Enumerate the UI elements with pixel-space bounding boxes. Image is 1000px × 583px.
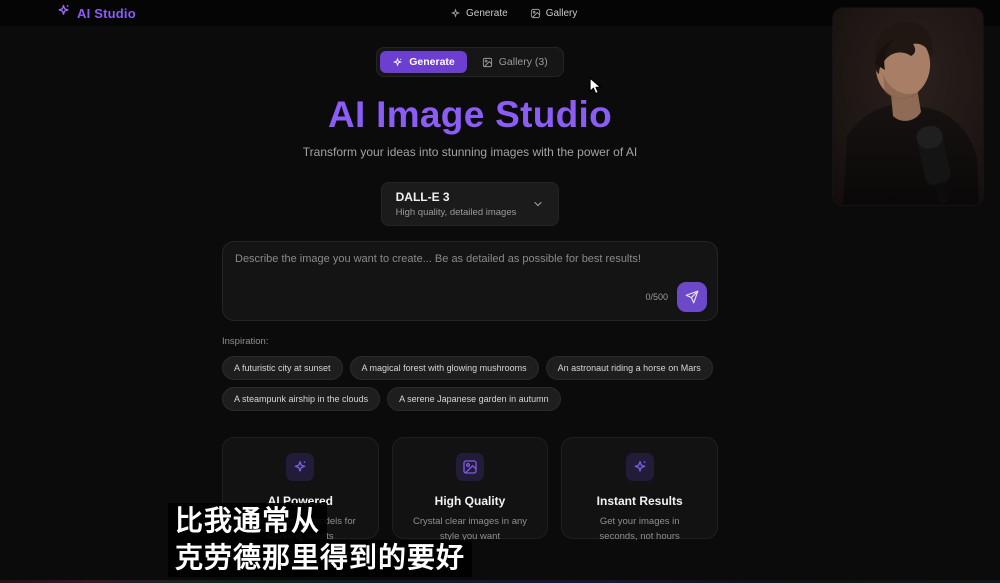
nav-link-generate[interactable]: Generate (450, 8, 508, 19)
video-subtitles: 比我通常从 克劳德那里得到的要好 (168, 503, 472, 577)
brand-name: AI Studio (77, 6, 136, 21)
prompt-card: 0/500 (222, 241, 718, 321)
gallery-icon (530, 8, 541, 19)
feature-card-instant-results: Instant Results Get your images in secon… (561, 437, 718, 539)
feature-description: Get your images in seconds, not hours (576, 515, 703, 544)
webcam-overlay (833, 8, 983, 205)
feature-icon-box (286, 453, 314, 481)
sparkles-icon (632, 459, 648, 475)
subtitle-line: 比我通常从 (168, 503, 327, 540)
prompt-input[interactable] (235, 253, 705, 293)
sparkles-logo-icon (56, 3, 71, 23)
page-subtitle: Transform your ideas into stunning image… (222, 145, 718, 159)
presenter-video (833, 8, 983, 205)
subtitle-line: 克劳德那里得到的要好 (168, 540, 472, 577)
inspiration-chip[interactable]: An astronaut riding a horse on Mars (546, 356, 713, 380)
generate-submit-button[interactable] (677, 282, 707, 312)
chevron-down-icon (532, 198, 544, 210)
brand[interactable]: AI Studio (56, 3, 136, 23)
main-content: Generate Gallery (3) AI Image Studio Tra… (222, 47, 718, 539)
model-selector[interactable]: DALL-E 3 High quality, detailed images (381, 182, 560, 226)
inspiration-label: Inspiration: (222, 336, 718, 347)
image-icon (462, 459, 478, 475)
tab-gallery[interactable]: Gallery (3) (470, 51, 560, 73)
feature-icon-box (456, 453, 484, 481)
tab-gallery-label: Gallery (3) (499, 56, 548, 68)
send-icon (685, 290, 699, 304)
gallery-icon (482, 57, 493, 68)
char-counter: 0/500 (645, 292, 668, 302)
feature-title: Instant Results (576, 494, 703, 508)
nav-links: Generate Gallery (450, 0, 577, 26)
tab-generate-label: Generate (409, 56, 455, 68)
page-title: AI Image Studio (222, 94, 718, 136)
inspiration-chip[interactable]: A magical forest with glowing mushrooms (350, 356, 539, 380)
prompt-footer: 0/500 (645, 282, 707, 312)
tab-generate[interactable]: Generate (380, 51, 467, 73)
nav-gallery-label: Gallery (546, 8, 578, 19)
inspiration-chip[interactable]: A futuristic city at sunset (222, 356, 343, 380)
model-description: High quality, detailed images (396, 207, 517, 218)
nav-generate-label: Generate (466, 8, 508, 19)
sparkle-icon (450, 8, 461, 19)
sparkles-icon (392, 57, 403, 68)
model-info: DALL-E 3 High quality, detailed images (396, 190, 517, 218)
sparkles-icon (292, 459, 308, 475)
view-tabs: Generate Gallery (3) (376, 47, 564, 77)
inspiration-section: Inspiration: A futuristic city at sunset… (222, 336, 718, 411)
inspiration-chip[interactable]: A serene Japanese garden in autumn (387, 387, 561, 411)
inspiration-chip[interactable]: A steampunk airship in the clouds (222, 387, 380, 411)
feature-icon-box (626, 453, 654, 481)
inspiration-chips: A futuristic city at sunset A magical fo… (222, 356, 718, 411)
nav-link-gallery[interactable]: Gallery (530, 8, 578, 19)
model-name: DALL-E 3 (396, 190, 517, 204)
